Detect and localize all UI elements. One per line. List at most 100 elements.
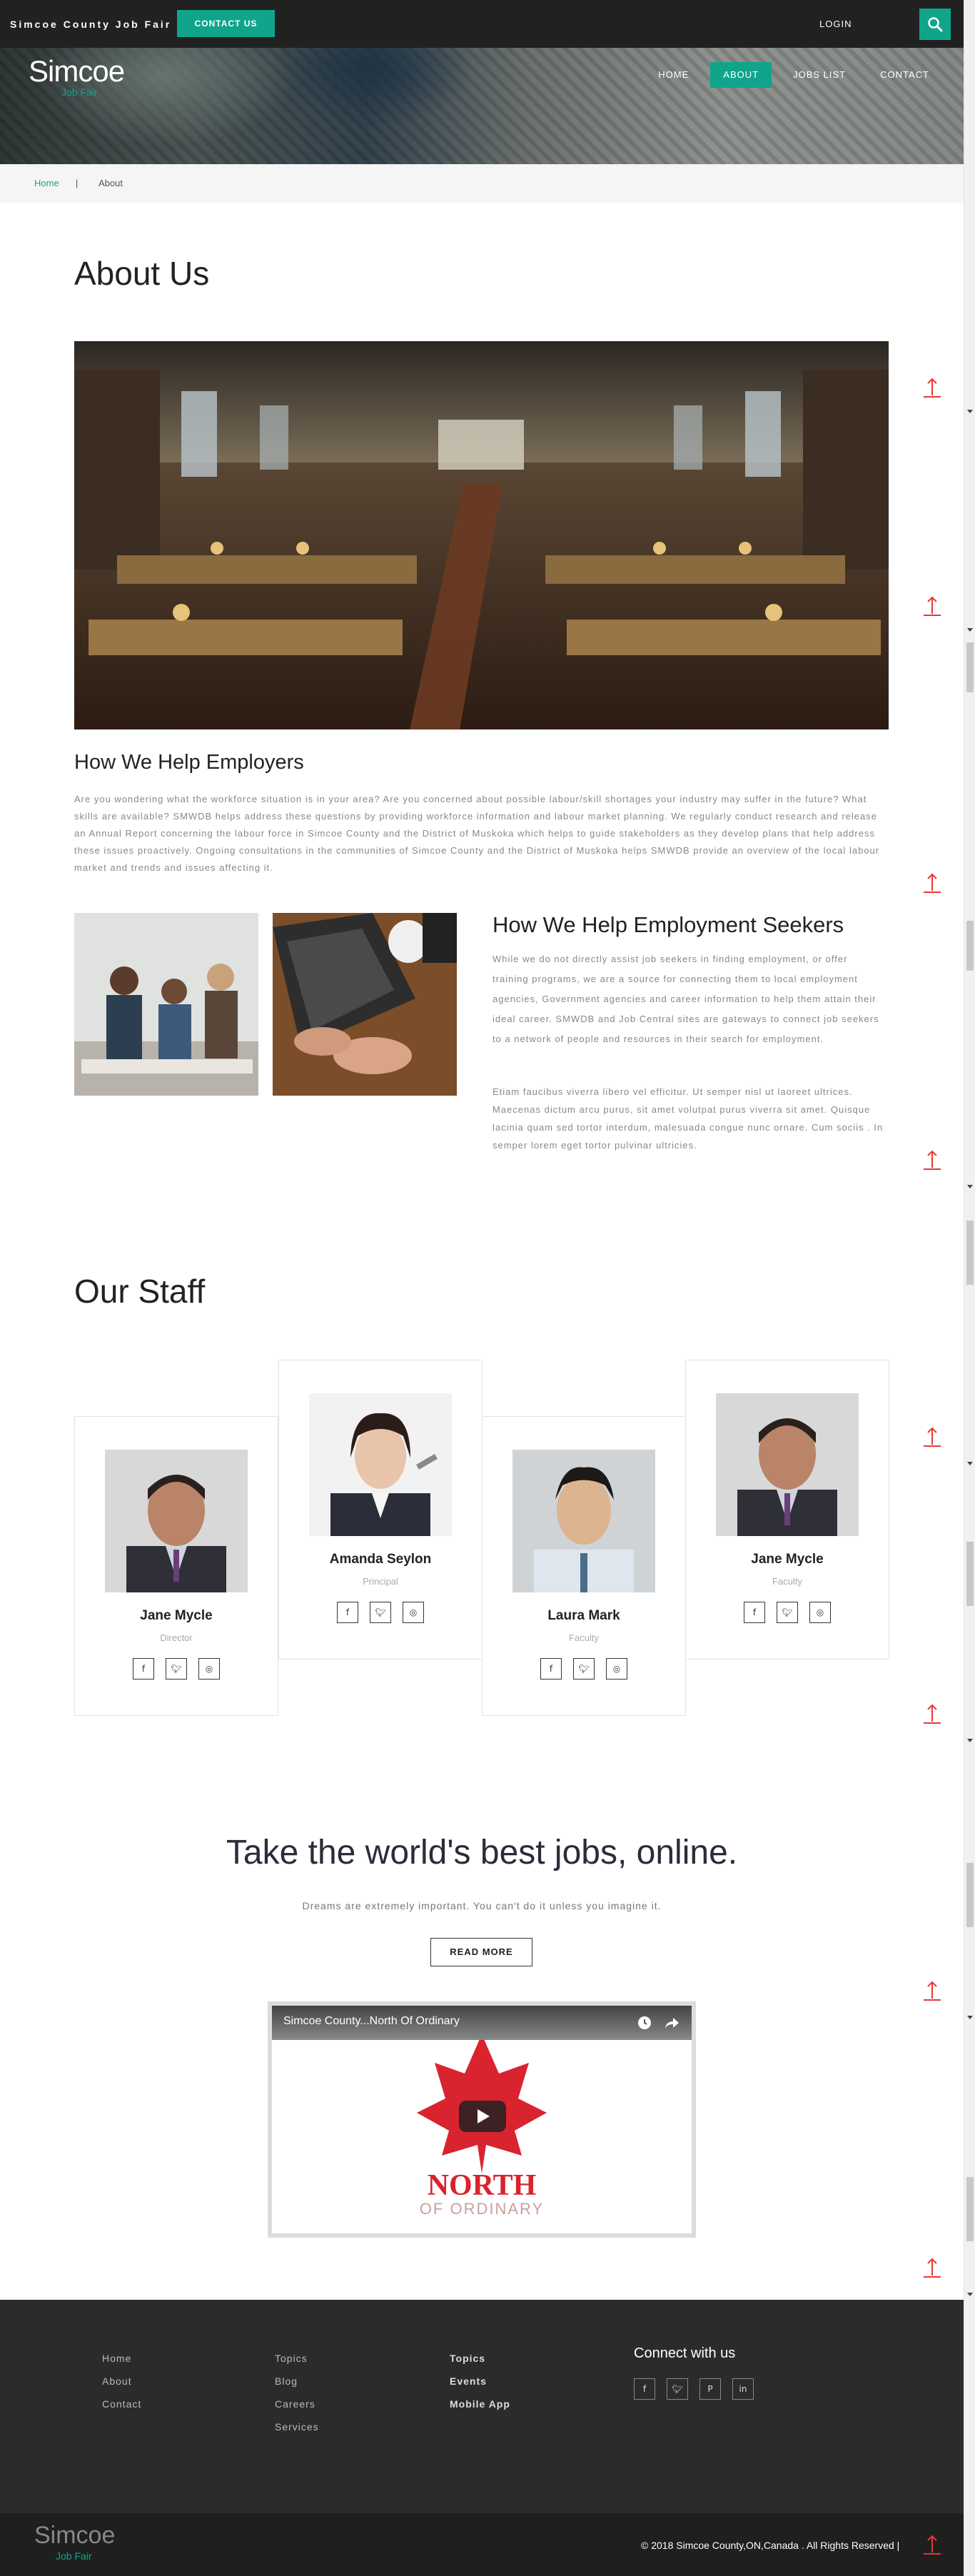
team-illustration xyxy=(74,913,258,1096)
read-more-button[interactable]: READ MORE xyxy=(430,1938,532,1966)
staff-title: Our Staff xyxy=(74,1273,206,1310)
employers-paragraph: Are you wondering what the workforce sit… xyxy=(74,794,880,873)
page-scrollbar[interactable] xyxy=(964,0,975,2576)
footer-link-mobile-app[interactable]: Mobile App xyxy=(450,2398,510,2410)
footer-link-careers[interactable]: Careers xyxy=(275,2398,319,2410)
staff-name: Amanda Seylon xyxy=(329,1552,432,1567)
nav-home[interactable]: HOME xyxy=(645,62,702,88)
video-logo-north: NORTH xyxy=(428,2169,537,2202)
nav-jobs-list[interactable]: JOBS LIST xyxy=(780,62,859,88)
twitter-icon[interactable]: 🐦︎ xyxy=(573,1658,595,1680)
scroll-marker xyxy=(967,628,973,632)
copyright-text: © 2018 Simcoe County,ON,Canada . All Rig… xyxy=(641,2540,900,2551)
scroll-marker xyxy=(967,1739,973,1742)
back-to-top-icon[interactable] xyxy=(921,1149,944,1172)
breadcrumb-home[interactable]: Home xyxy=(34,178,59,188)
footer-link-about[interactable]: About xyxy=(102,2375,141,2387)
portrait-illustration xyxy=(309,1393,452,1536)
laptop-typing-image xyxy=(273,913,457,1096)
scrollbar-thumb[interactable] xyxy=(966,642,974,692)
back-to-top-icon[interactable] xyxy=(921,872,944,895)
seekers-heading: How We Help Employment Seekers xyxy=(492,912,844,937)
footer-socials: f 🐦︎ P in xyxy=(634,2378,754,2400)
contact-us-button[interactable]: CONTACT US xyxy=(177,10,275,37)
facebook-icon[interactable]: f xyxy=(744,1602,765,1623)
footer-link-topics-2[interactable]: Topics xyxy=(450,2353,510,2364)
twitter-icon[interactable]: 🐦︎ xyxy=(370,1602,391,1623)
video-title-bar: Simcoe County...North Of Ordinary xyxy=(272,2006,692,2040)
site-logo[interactable]: Simcoe Job Fair xyxy=(29,54,125,99)
scrollbar-thumb[interactable] xyxy=(966,1863,974,1927)
twitter-icon[interactable]: 🐦︎ xyxy=(166,1658,187,1680)
footer-link-services[interactable]: Services xyxy=(275,2421,319,2433)
employers-heading: How We Help Employers xyxy=(74,751,304,774)
top-bar: Simcoe County Job Fair CONTACT US LOGIN xyxy=(0,0,964,48)
footer-link-events[interactable]: Events xyxy=(450,2375,510,2387)
seekers-paragraph-1: While we do not directly assist job seek… xyxy=(492,954,879,1044)
facebook-icon[interactable]: f xyxy=(634,2378,655,2400)
library-image xyxy=(74,341,889,729)
logo-main-text: Simcoe xyxy=(29,54,125,88)
staff-name: Jane Mycle xyxy=(140,1608,213,1623)
staff-card: Laura Mark Faculty f 🐦︎ ◎ xyxy=(482,1416,686,1716)
play-icon[interactable] xyxy=(459,2101,506,2132)
dribbble-icon[interactable]: ◎ xyxy=(606,1658,627,1680)
scrollbar-thumb[interactable] xyxy=(966,1221,974,1285)
staff-photo xyxy=(105,1450,248,1592)
facebook-icon[interactable]: f xyxy=(540,1658,562,1680)
scroll-marker xyxy=(967,2293,973,2296)
cta-title: Take the world's best jobs, online. xyxy=(226,1834,738,1872)
back-to-top-icon[interactable] xyxy=(921,2534,944,2557)
twitter-icon[interactable]: 🐦︎ xyxy=(777,1602,798,1623)
dribbble-icon[interactable]: ◎ xyxy=(403,1602,424,1623)
linkedin-icon[interactable]: in xyxy=(732,2378,754,2400)
back-to-top-icon[interactable] xyxy=(921,2257,944,2280)
staff-role: Faculty xyxy=(772,1576,802,1587)
breadcrumb: Home | About xyxy=(0,164,964,203)
footer-link-blog[interactable]: Blog xyxy=(275,2375,319,2387)
dribbble-icon[interactable]: ◎ xyxy=(809,1602,831,1623)
clock-icon[interactable] xyxy=(637,2016,652,2030)
video-title[interactable]: Simcoe County...North Of Ordinary xyxy=(283,2015,460,2028)
footer-col-3: Topics Events Mobile App xyxy=(450,2353,510,2421)
footer-link-contact[interactable]: Contact xyxy=(102,2398,141,2410)
twitter-icon[interactable]: 🐦︎ xyxy=(667,2378,688,2400)
back-to-top-icon[interactable] xyxy=(921,1426,944,1449)
scrollbar-thumb[interactable] xyxy=(966,2177,974,2241)
back-to-top-icon[interactable] xyxy=(921,1703,944,1726)
logo-sub-text: Job Fair xyxy=(61,86,98,98)
pinterest-icon[interactable]: P xyxy=(699,2378,721,2400)
scroll-marker xyxy=(967,1185,973,1188)
footer-col-2: Topics Blog Careers Services xyxy=(275,2353,319,2444)
login-link[interactable]: LOGIN xyxy=(819,19,852,29)
cta-subtitle: Dreams are extremely important. You can'… xyxy=(302,1900,662,1911)
share-icon[interactable] xyxy=(665,2016,680,2030)
nav-about[interactable]: ABOUT xyxy=(710,62,772,88)
page-title: About Us xyxy=(74,255,210,292)
connect-heading: Connect with us xyxy=(634,2345,736,2361)
site-brand-text[interactable]: Simcoe County Job Fair xyxy=(10,19,171,30)
footer: Home About Contact Topics Blog Careers S… xyxy=(0,2300,964,2513)
back-to-top-icon[interactable] xyxy=(921,595,944,618)
facebook-icon[interactable]: f xyxy=(337,1602,358,1623)
video-player[interactable]: NORTH OF ORDINARY Simcoe County...North … xyxy=(268,2001,696,2238)
staff-socials: f 🐦︎ ◎ xyxy=(279,1602,482,1623)
staff-card: Amanda Seylon Principal f 🐦︎ ◎ xyxy=(278,1360,483,1660)
staff-card: Jane Mycle Faculty f 🐦︎ ◎ xyxy=(685,1360,889,1660)
nav-contact[interactable]: CONTACT xyxy=(867,62,942,88)
back-to-top-icon[interactable] xyxy=(921,377,944,400)
search-button[interactable] xyxy=(919,9,951,40)
scrollbar-thumb[interactable] xyxy=(966,921,974,971)
search-icon xyxy=(928,17,943,32)
scrollbar-thumb[interactable] xyxy=(966,1542,974,1606)
staff-name: Jane Mycle xyxy=(751,1552,824,1567)
seekers-paragraph-2: Etiam faucibus viverra libero vel effici… xyxy=(492,1086,884,1151)
footer-logo-main[interactable]: Simcoe xyxy=(34,2522,115,2549)
back-to-top-icon[interactable] xyxy=(921,1980,944,2003)
portrait-illustration xyxy=(512,1450,655,1592)
footer-link-topics[interactable]: Topics xyxy=(275,2353,319,2364)
staff-socials: f 🐦︎ ◎ xyxy=(686,1602,889,1623)
dribbble-icon[interactable]: ◎ xyxy=(198,1658,220,1680)
facebook-icon[interactable]: f xyxy=(133,1658,154,1680)
footer-link-home[interactable]: Home xyxy=(102,2353,141,2364)
